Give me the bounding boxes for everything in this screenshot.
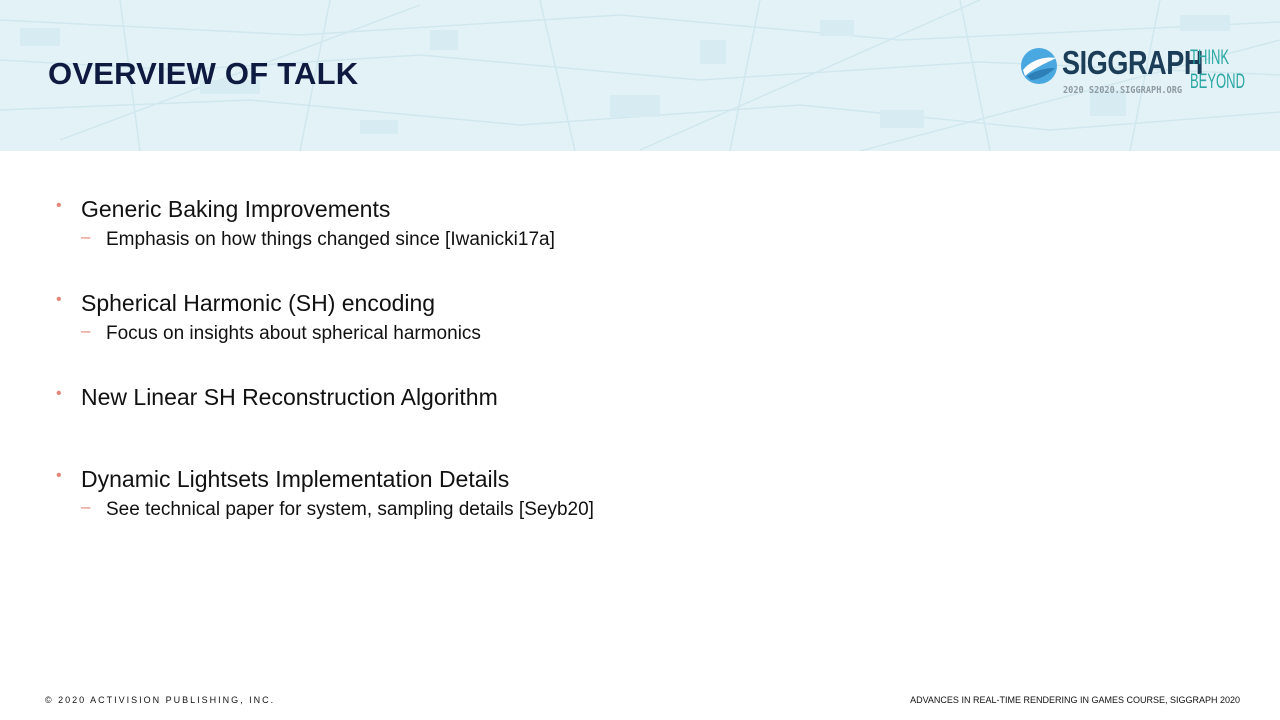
sub-bullet-item: – Emphasis on how things changed since [… [81,227,1154,252]
logo-subtitle: 2020 S2020.SIGGRAPH.ORG [1063,85,1183,96]
bullet-item: • Dynamic Lightsets Implementation Detai… [54,464,1154,522]
bullet-text: New Linear SH Reconstruction Algorithm [81,384,498,410]
logo-tagline-line2: BEYOND [1190,70,1245,93]
bullet-dot: • [56,385,62,402]
bullet-text: Generic Baking Improvements [81,196,391,222]
slide-title: OVERVIEW OF TALK [48,56,359,91]
siggraph-swirl-icon [1021,48,1057,84]
sub-bullet-dash: – [81,227,91,246]
bullet-item: • New Linear SH Reconstruction Algorithm [54,382,1154,412]
bullet-item: • Spherical Harmonic (SH) encoding – Foc… [54,288,1154,346]
bullet-list: • Generic Baking Improvements – Emphasis… [54,194,1154,522]
sub-bullet-item: – Focus on insights about spherical harm… [81,321,1154,346]
bullet-dot: • [56,197,62,214]
bullet-item: • Generic Baking Improvements – Emphasis… [54,194,1154,252]
bullet-dot: • [56,467,62,484]
siggraph-logo: SIGGRAPH 2020 S2020.SIGGRAPH.ORG THINK B… [1016,42,1245,104]
bullet-text: Dynamic Lightsets Implementation Details [81,466,510,492]
bullet-text: Spherical Harmonic (SH) encoding [81,290,436,316]
footer-copyright: © 2020 ACTIVISION PUBLISHING, INC. [45,695,276,705]
bullet-dot: • [56,291,62,308]
sub-bullet-text: Emphasis on how things changed since [Iw… [106,229,555,250]
sub-bullet-dash: – [81,497,91,516]
sub-bullet-text: See technical paper for system, sampling… [106,499,594,520]
sub-bullet-dash: – [81,321,91,340]
sub-bullet-text: Focus on insights about spherical harmon… [106,323,481,344]
logo-wordmark: SIGGRAPH [1062,44,1204,81]
footer-course-name: ADVANCES IN REAL-TIME RENDERING IN GAMES… [910,695,1240,705]
logo-tagline-line1: THINK [1190,46,1230,69]
logo-tagline: THINK BEYOND [1190,46,1245,94]
header-banner: OVERVIEW OF TALK SIGGRAPH 2020 S2020.SIG… [0,0,1280,151]
sub-bullet-item: – See technical paper for system, sampli… [81,497,1154,522]
